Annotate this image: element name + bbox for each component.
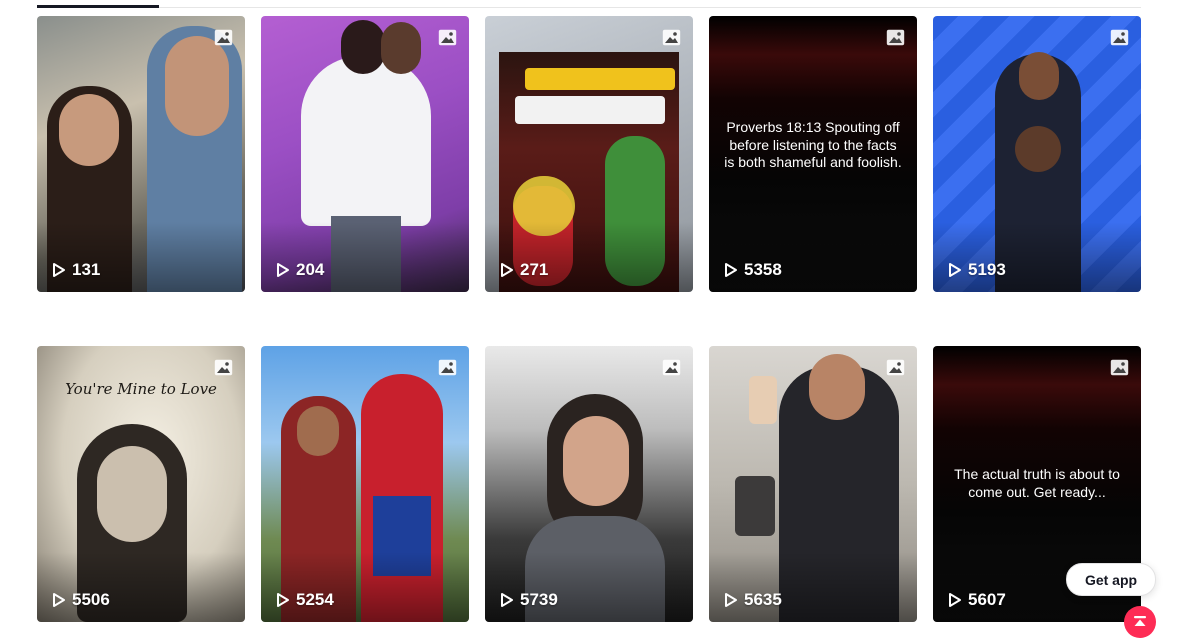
view-count: 5506 xyxy=(52,590,110,610)
view-count-label: 5607 xyxy=(968,590,1006,609)
face-shape xyxy=(59,94,119,166)
view-count: 5607 xyxy=(948,590,1006,610)
card-shade xyxy=(485,222,693,292)
phone-shape xyxy=(749,376,777,424)
view-count-label: 5635 xyxy=(744,590,782,609)
head-shape xyxy=(341,20,385,74)
photo-icon xyxy=(438,29,457,46)
play-icon xyxy=(725,593,737,607)
comic-title-shape xyxy=(525,68,675,90)
tab-divider xyxy=(37,7,1141,8)
view-count-label: 5193 xyxy=(968,260,1006,279)
view-count: 5193 xyxy=(948,260,1006,280)
photo-icon xyxy=(886,359,905,376)
photo-icon xyxy=(662,359,681,376)
photo-icon xyxy=(438,359,457,376)
card-shade xyxy=(933,222,1141,292)
view-count: 131 xyxy=(52,260,100,280)
play-icon xyxy=(53,593,65,607)
view-count-label: 131 xyxy=(72,260,101,279)
photo-icon xyxy=(886,29,905,46)
card-shade xyxy=(37,552,245,622)
video-card[interactable]: Proverbs 18:13 Spouting off before liste… xyxy=(709,16,917,292)
card-shade xyxy=(709,552,917,622)
video-card[interactable]: 5254 xyxy=(261,346,469,622)
play-icon xyxy=(725,263,737,277)
photo-icon xyxy=(1110,359,1129,376)
view-count-label: 271 xyxy=(520,260,549,279)
head-shape xyxy=(381,22,421,74)
card-shade xyxy=(485,552,693,622)
view-count-label: 5254 xyxy=(296,590,334,609)
face-shape xyxy=(1015,126,1061,172)
comic-title-shape xyxy=(515,96,665,124)
photo-icon xyxy=(662,29,681,46)
view-count: 5739 xyxy=(500,590,558,610)
photo-icon xyxy=(214,359,233,376)
get-app-button[interactable]: Get app xyxy=(1066,563,1156,596)
face-shape xyxy=(97,446,167,542)
tab-active-indicator xyxy=(37,5,159,8)
face-shape xyxy=(165,36,229,136)
play-icon xyxy=(949,263,961,277)
play-icon xyxy=(501,593,513,607)
card-shade xyxy=(37,222,245,292)
view-count-label: 204 xyxy=(296,260,325,279)
view-count: 204 xyxy=(276,260,324,280)
card-caption: Proverbs 18:13 Spouting off before liste… xyxy=(724,119,902,170)
play-icon xyxy=(949,593,961,607)
video-card[interactable]: 5635 xyxy=(709,346,917,622)
photo-icon xyxy=(1110,29,1129,46)
video-card[interactable]: 204 xyxy=(261,16,469,292)
video-card[interactable]: 271 xyxy=(485,16,693,292)
face-shape xyxy=(563,416,629,506)
view-count: 5635 xyxy=(724,590,782,610)
video-card[interactable]: 131 xyxy=(37,16,245,292)
bag-shape xyxy=(735,476,775,536)
card-shade xyxy=(261,222,469,292)
video-card[interactable]: 5739 xyxy=(485,346,693,622)
back-to-top-button[interactable] xyxy=(1124,606,1156,638)
video-card[interactable]: 5193 xyxy=(933,16,1141,292)
view-count: 271 xyxy=(500,260,548,280)
face-shape xyxy=(297,406,339,456)
view-count-label: 5739 xyxy=(520,590,558,609)
play-icon xyxy=(277,263,289,277)
photo-icon xyxy=(214,29,233,46)
view-count: 5358 xyxy=(724,260,782,280)
person-shape xyxy=(301,56,431,226)
arrow-up-icon xyxy=(1134,616,1146,626)
play-icon xyxy=(53,263,65,277)
face-shape xyxy=(809,354,865,420)
view-count-label: 5506 xyxy=(72,590,110,609)
overlay-text: You're Mine to Love xyxy=(65,380,217,398)
play-icon xyxy=(501,263,513,277)
face-shape xyxy=(1019,52,1059,100)
card-caption: The actual truth is about to come out. G… xyxy=(954,466,1120,500)
view-count-label: 5358 xyxy=(744,260,782,279)
card-shade xyxy=(709,222,917,292)
view-count: 5254 xyxy=(276,590,334,610)
card-shade xyxy=(261,552,469,622)
video-card[interactable]: You're Mine to Love 5506 xyxy=(37,346,245,622)
play-icon xyxy=(277,593,289,607)
